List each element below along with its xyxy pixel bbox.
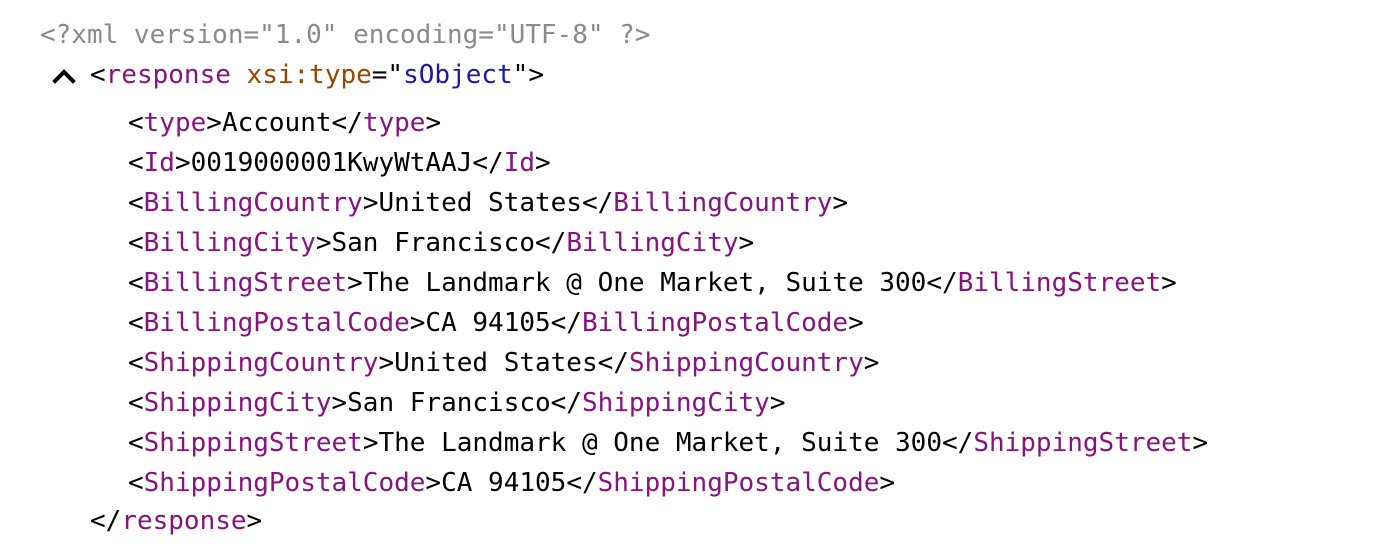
element-value: CA 94105 bbox=[425, 308, 551, 338]
element-close-tag-name: BillingCountry bbox=[613, 188, 833, 218]
element-value: San Francisco bbox=[347, 388, 551, 418]
xml-declaration: <?xml version="1.0" encoding="UTF-8" ?> bbox=[40, 20, 651, 50]
xml-element-line: <ShippingPostalCode>CA 94105</ShippingPo… bbox=[128, 468, 896, 498]
element-close-tag-name: ShippingCity bbox=[581, 388, 770, 418]
xml-element-line: <ShippingCountry>United States</Shipping… bbox=[128, 348, 880, 378]
element-close-tag-name: BillingStreet bbox=[957, 268, 1162, 298]
element-value: United States bbox=[394, 348, 598, 378]
xml-element-line: <type>Account</type> bbox=[128, 108, 442, 138]
root-tag-name: response bbox=[105, 60, 231, 90]
element-open-tag-name: type bbox=[143, 108, 207, 138]
element-open-tag-name: ShippingPostalCode bbox=[143, 468, 426, 498]
root-open-tag: <response xsi:type="sObject"> bbox=[90, 60, 544, 90]
element-open-tag-name: ShippingStreet bbox=[143, 428, 363, 458]
element-open-tag-name: BillingCountry bbox=[143, 188, 363, 218]
element-close-tag-name: ShippingCountry bbox=[628, 348, 864, 378]
xml-element-line: <ShippingStreet>The Landmark @ One Marke… bbox=[128, 428, 1209, 458]
element-value: 0019000001KwyWtAAJ bbox=[190, 148, 473, 178]
xml-element-line: <BillingCity>San Francisco</BillingCity> bbox=[128, 228, 755, 258]
element-open-tag-name: BillingPostalCode bbox=[143, 308, 410, 338]
element-open-tag-name: BillingStreet bbox=[143, 268, 348, 298]
chevron-up-icon[interactable] bbox=[50, 62, 78, 90]
xml-element-line: <BillingCountry>United States</BillingCo… bbox=[128, 188, 849, 218]
element-close-tag-name: ShippingPostalCode bbox=[597, 468, 880, 498]
element-close-tag-name: Id bbox=[503, 148, 536, 178]
element-close-tag-name: ShippingStreet bbox=[973, 428, 1193, 458]
root-close-tag: </response> bbox=[90, 506, 263, 536]
element-value: The Landmark @ One Market, Suite 300 bbox=[378, 428, 942, 458]
element-value: San Francisco bbox=[331, 228, 536, 258]
element-open-tag-name: ShippingCountry bbox=[143, 348, 379, 378]
element-open-tag-name: ShippingCity bbox=[143, 388, 332, 418]
xml-element-line: <ShippingCity>San Francisco</ShippingCit… bbox=[128, 388, 786, 418]
element-close-tag-name: type bbox=[362, 108, 426, 138]
element-close-tag-name: BillingPostalCode bbox=[581, 308, 849, 338]
element-value: CA 94105 bbox=[441, 468, 567, 498]
element-value: United States bbox=[378, 188, 582, 218]
element-value: Account bbox=[221, 108, 332, 138]
xml-element-line: <BillingStreet>The Landmark @ One Market… bbox=[128, 268, 1177, 298]
root-attr-value: sObject bbox=[403, 60, 513, 90]
element-value: The Landmark @ One Market, Suite 300 bbox=[362, 268, 927, 298]
xml-element-line: <Id>0019000001KwyWtAAJ</Id> bbox=[128, 148, 551, 178]
element-open-tag-name: Id bbox=[143, 148, 175, 178]
root-attr-name: xsi:type bbox=[246, 60, 372, 90]
element-open-tag-name: BillingCity bbox=[143, 228, 316, 258]
xml-viewer: { "declaration": "<?xml version=\"1.0\" … bbox=[0, 0, 1390, 546]
xml-element-line: <BillingPostalCode>CA 94105</BillingPost… bbox=[128, 308, 864, 338]
element-close-tag-name: BillingCity bbox=[566, 228, 739, 258]
root-close-tag-name: response bbox=[121, 506, 247, 536]
